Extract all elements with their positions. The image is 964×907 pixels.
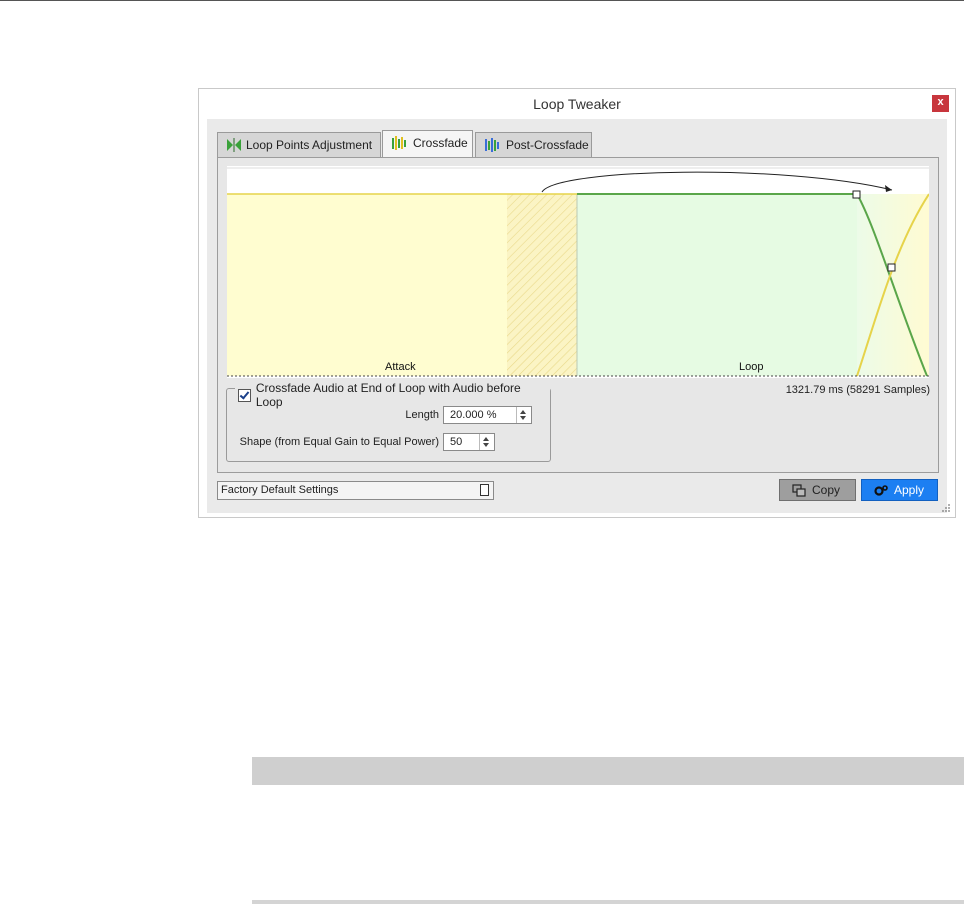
tab-post-crossfade[interactable]: Post-Crossfade <box>475 132 592 157</box>
preset-selector[interactable]: Factory Default Settings <box>217 481 494 500</box>
increment-icon[interactable] <box>483 437 489 441</box>
crossfade-graph[interactable]: Attack Loop <box>227 166 929 378</box>
tab-loop-points-adjustment[interactable]: Loop Points Adjustment <box>217 132 381 157</box>
decrement-icon[interactable] <box>483 443 489 447</box>
loop-duration-info: 1321.79 ms (58291 Samples) <box>785 384 930 396</box>
loop-label: Loop <box>739 361 764 373</box>
crossfade-checkbox-label: Crossfade Audio at End of Loop with Audi… <box>255 381 521 409</box>
dialog-body: Loop Points Adjustment Crossfade Post-Cr… <box>207 119 947 513</box>
shape-value: 50 <box>450 436 463 448</box>
apply-label: Apply <box>894 483 925 497</box>
preset-value: Factory Default Settings <box>221 484 339 496</box>
crossfade-source-region <box>507 194 577 376</box>
crossfade-graph-canvas <box>227 167 929 377</box>
preset-menu-icon[interactable] <box>480 484 489 496</box>
tab-crossfade[interactable]: Crossfade <box>382 130 473 157</box>
increment-icon[interactable] <box>520 410 526 414</box>
copy-button[interactable]: Copy <box>779 479 856 501</box>
post-crossfade-icon <box>485 138 499 152</box>
loop-tweaker-dialog: Loop Tweaker x Loop Points Adjustment Cr… <box>198 88 956 518</box>
length-stepper[interactable] <box>516 407 531 423</box>
gears-icon <box>874 485 888 496</box>
loop-arrow <box>541 171 893 193</box>
crossfade-start-handle[interactable] <box>852 190 861 199</box>
resize-grip-icon[interactable] <box>941 503 951 513</box>
dialog-title: Loop Tweaker <box>533 96 621 112</box>
attack-region <box>227 194 507 376</box>
shape-label: Shape (from Equal Gain to Equal Power) <box>239 436 439 448</box>
page-bottom-rule <box>252 900 964 904</box>
title-bar[interactable]: Loop Tweaker x <box>199 89 955 119</box>
crossfade-shape-handle[interactable] <box>887 263 896 272</box>
loop-points-icon <box>227 138 241 152</box>
shape-spinbox[interactable]: 50 <box>443 433 495 451</box>
loop-arrow-head <box>885 185 892 192</box>
page-gray-band <box>252 757 964 785</box>
page-top-rule <box>0 0 964 1</box>
tab-label: Crossfade <box>413 136 468 150</box>
tab-label: Loop Points Adjustment <box>246 138 373 152</box>
attack-label: Attack <box>385 361 416 373</box>
length-value: 20.000 % <box>450 409 497 421</box>
crossfade-panel: Attack Loop 1321.79 ms (58291 Samples) C… <box>217 157 939 473</box>
shape-stepper[interactable] <box>479 434 494 450</box>
loop-region <box>577 194 857 376</box>
close-button[interactable]: x <box>932 95 949 112</box>
apply-button[interactable]: Apply <box>861 479 938 501</box>
copy-label: Copy <box>812 483 841 497</box>
length-spinbox[interactable]: 20.000 % <box>443 406 532 424</box>
copy-icon <box>792 484 806 497</box>
decrement-icon[interactable] <box>520 416 526 420</box>
length-label: Length <box>405 409 439 421</box>
crossfade-checkbox-row[interactable]: Crossfade Audio at End of Loop with Audi… <box>235 381 550 409</box>
tab-label: Post-Crossfade <box>506 138 589 152</box>
crossfade-options-group: Crossfade Audio at End of Loop with Audi… <box>226 381 551 462</box>
crossfade-checkbox[interactable] <box>238 388 251 402</box>
crossfade-icon <box>392 136 406 150</box>
